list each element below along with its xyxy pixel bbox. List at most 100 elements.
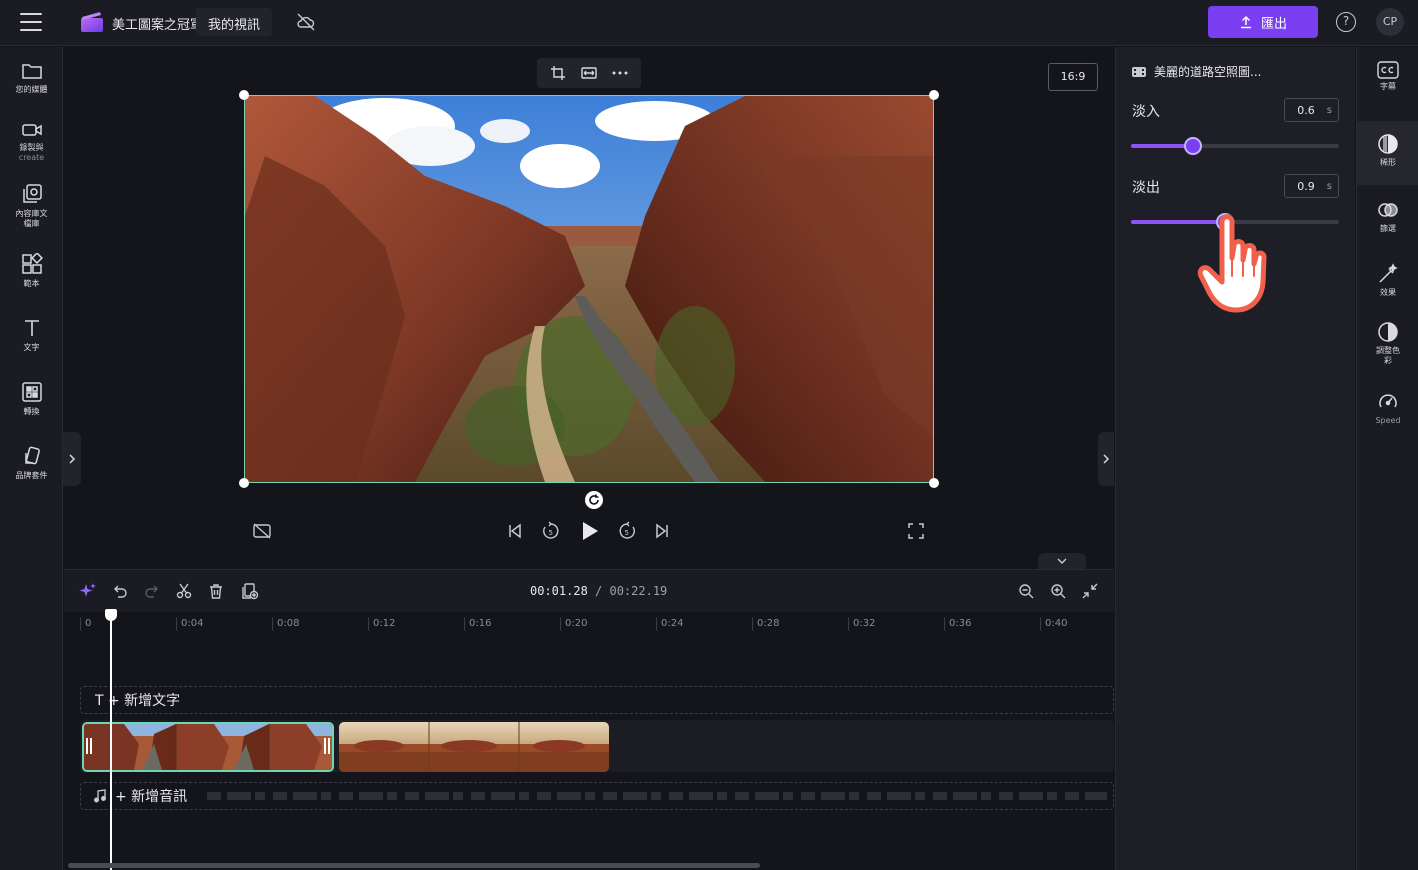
chevron-down-icon: [1057, 558, 1067, 564]
fit-timeline-button[interactable]: [1080, 581, 1100, 601]
clip-thumbnails: [339, 722, 609, 772]
crop-button[interactable]: [546, 61, 570, 85]
add-audio-label: + 新增音訊: [115, 789, 188, 805]
cloud-off-icon[interactable]: [296, 12, 316, 32]
fade-in-slider-thumb[interactable]: [1184, 137, 1203, 155]
adjust-colors-icon: [1378, 322, 1398, 342]
redo-button[interactable]: [142, 581, 162, 601]
zoom-in-button[interactable]: [1048, 581, 1068, 601]
sidebar-item-transitions[interactable]: 轉換: [0, 381, 63, 417]
rail-item-adjust-colors[interactable]: 調整色 彩: [1357, 321, 1418, 381]
zoom-out-icon: [1019, 584, 1034, 599]
zoom-out-button[interactable]: [1016, 581, 1036, 601]
sidebar-item-brand-kit[interactable]: 品牌套件: [0, 445, 63, 481]
ruler-tick: 0:28: [752, 617, 779, 631]
avatar[interactable]: CP: [1376, 8, 1404, 36]
zoom-in-icon: [1051, 584, 1066, 599]
ruler-tick: 0:08: [272, 617, 299, 631]
rotate-handle[interactable]: [585, 491, 603, 509]
collapse-preview-button[interactable]: [1038, 553, 1086, 569]
sidebar-item-content-library[interactable]: 內容庫文 檔庫: [0, 183, 63, 229]
rotate-icon: [589, 494, 599, 505]
svg-text:5: 5: [625, 529, 629, 537]
duplicate-button[interactable]: [240, 581, 260, 601]
chevron-right-icon: [1103, 454, 1110, 464]
expand-right-panel-button[interactable]: [1098, 432, 1114, 486]
sidebar-item-text[interactable]: 文字: [0, 317, 63, 353]
captions-off-button[interactable]: [252, 521, 272, 541]
clip-title-text: 美麗的道路空照圖...: [1154, 65, 1262, 79]
aspect-ratio-button[interactable]: 16:9: [1048, 63, 1098, 91]
rail-item-label: 效果: [1380, 288, 1396, 297]
playhead[interactable]: [110, 612, 112, 870]
sidebar-item-label: 轉換: [23, 407, 40, 416]
resize-handle-bottom-left[interactable]: [239, 478, 249, 488]
help-icon[interactable]: ?: [1336, 12, 1356, 32]
clip-thumbnails: [84, 724, 332, 770]
fade-in-slider[interactable]: [1131, 137, 1339, 155]
rail-item-fade[interactable]: 稀形: [1357, 121, 1418, 185]
rail-item-label: 字幕: [1380, 82, 1396, 91]
rewind-5s-button[interactable]: 5: [540, 520, 562, 542]
fullscreen-icon: [908, 523, 924, 539]
rail-item-effects[interactable]: 效果: [1357, 263, 1418, 313]
skip-forward-icon: [656, 523, 668, 539]
play-button[interactable]: [578, 518, 602, 544]
rail-item-label: 稀形: [1380, 158, 1396, 167]
skip-back-icon: [509, 523, 521, 539]
canvas-toolbar: [537, 58, 641, 88]
timecode: 00:01.28 / 00:22.19: [530, 584, 667, 598]
left-sidebar: 您的媒體 錄製與 create 內容庫文 檔庫 範本 文字 轉換 品牌套件: [0, 47, 63, 870]
fullscreen-button[interactable]: [906, 521, 926, 541]
video-clip-canyon[interactable]: [82, 722, 334, 772]
video-clip-icon: [1132, 66, 1146, 77]
timeline-scrollbar[interactable]: [68, 863, 760, 868]
sidebar-item-templates[interactable]: 範本: [0, 253, 63, 289]
right-rail: 字幕 稀形 篩選 效果 調整色 彩 Speed: [1356, 47, 1418, 870]
rail-item-label: 調整色: [1376, 346, 1400, 355]
add-audio-track[interactable]: + 新增音訊: [80, 782, 1114, 810]
delete-button[interactable]: [206, 581, 226, 601]
more-options-button[interactable]: [608, 61, 632, 85]
rail-item-filters[interactable]: 篩選: [1357, 199, 1418, 249]
video-clip-desert[interactable]: [339, 722, 609, 772]
project-name-field[interactable]: 我的視訊: [196, 8, 273, 36]
sidebar-item-record-create[interactable]: 錄製與 create: [0, 121, 63, 163]
add-text-track[interactable]: T + 新增文字: [80, 686, 1114, 714]
content-library-icon: [22, 184, 42, 203]
skip-to-start-button[interactable]: [505, 521, 525, 541]
timeline-ruler[interactable]: 0 0:04 0:08 0:12 0:16 0:20 0:24 0:28 0:3…: [64, 612, 1114, 636]
top-bar: 美工圖案之冠軍 我的視訊 匯出 ? CP: [0, 0, 1418, 46]
fade-in-input[interactable]: 0.6 s: [1284, 98, 1339, 122]
clip-trim-handle-right[interactable]: [324, 738, 330, 754]
filters-icon: [1378, 203, 1398, 217]
undo-icon: [114, 585, 127, 598]
music-note-icon: [94, 789, 106, 803]
skip-to-end-button[interactable]: [652, 521, 672, 541]
crop-icon: [551, 66, 566, 80]
rail-item-label: Speed: [1375, 416, 1401, 425]
hand-pointer-icon: [1197, 214, 1267, 313]
resize-handle-top-right[interactable]: [929, 90, 939, 100]
forward-5s-button[interactable]: 5: [616, 520, 638, 542]
export-button[interactable]: 匯出: [1208, 6, 1318, 38]
menu-icon[interactable]: [20, 13, 42, 31]
rail-item-captions[interactable]: 字幕: [1357, 61, 1418, 117]
fade-out-input[interactable]: 0.9 s: [1284, 174, 1339, 198]
fit-button[interactable]: [577, 61, 601, 85]
brand-kit-icon: [24, 446, 40, 465]
clip-trim-handle-left[interactable]: [86, 738, 92, 754]
undo-button[interactable]: [110, 581, 130, 601]
resize-handle-bottom-right[interactable]: [929, 478, 939, 488]
captions-icon: [1377, 61, 1399, 79]
video-preview[interactable]: [244, 95, 934, 483]
resize-handle-top-left[interactable]: [239, 90, 249, 100]
ai-magic-button[interactable]: [78, 581, 98, 601]
sidebar-item-your-media[interactable]: 您的媒體: [0, 61, 63, 95]
ruler-tick: 0:04: [176, 617, 203, 631]
chevron-right-icon: [69, 454, 76, 464]
expand-left-panel-button[interactable]: [63, 432, 81, 486]
sidebar-item-sublabel: 檔庫: [23, 219, 40, 228]
rail-item-speed[interactable]: Speed: [1357, 391, 1418, 441]
split-button[interactable]: [174, 581, 194, 601]
